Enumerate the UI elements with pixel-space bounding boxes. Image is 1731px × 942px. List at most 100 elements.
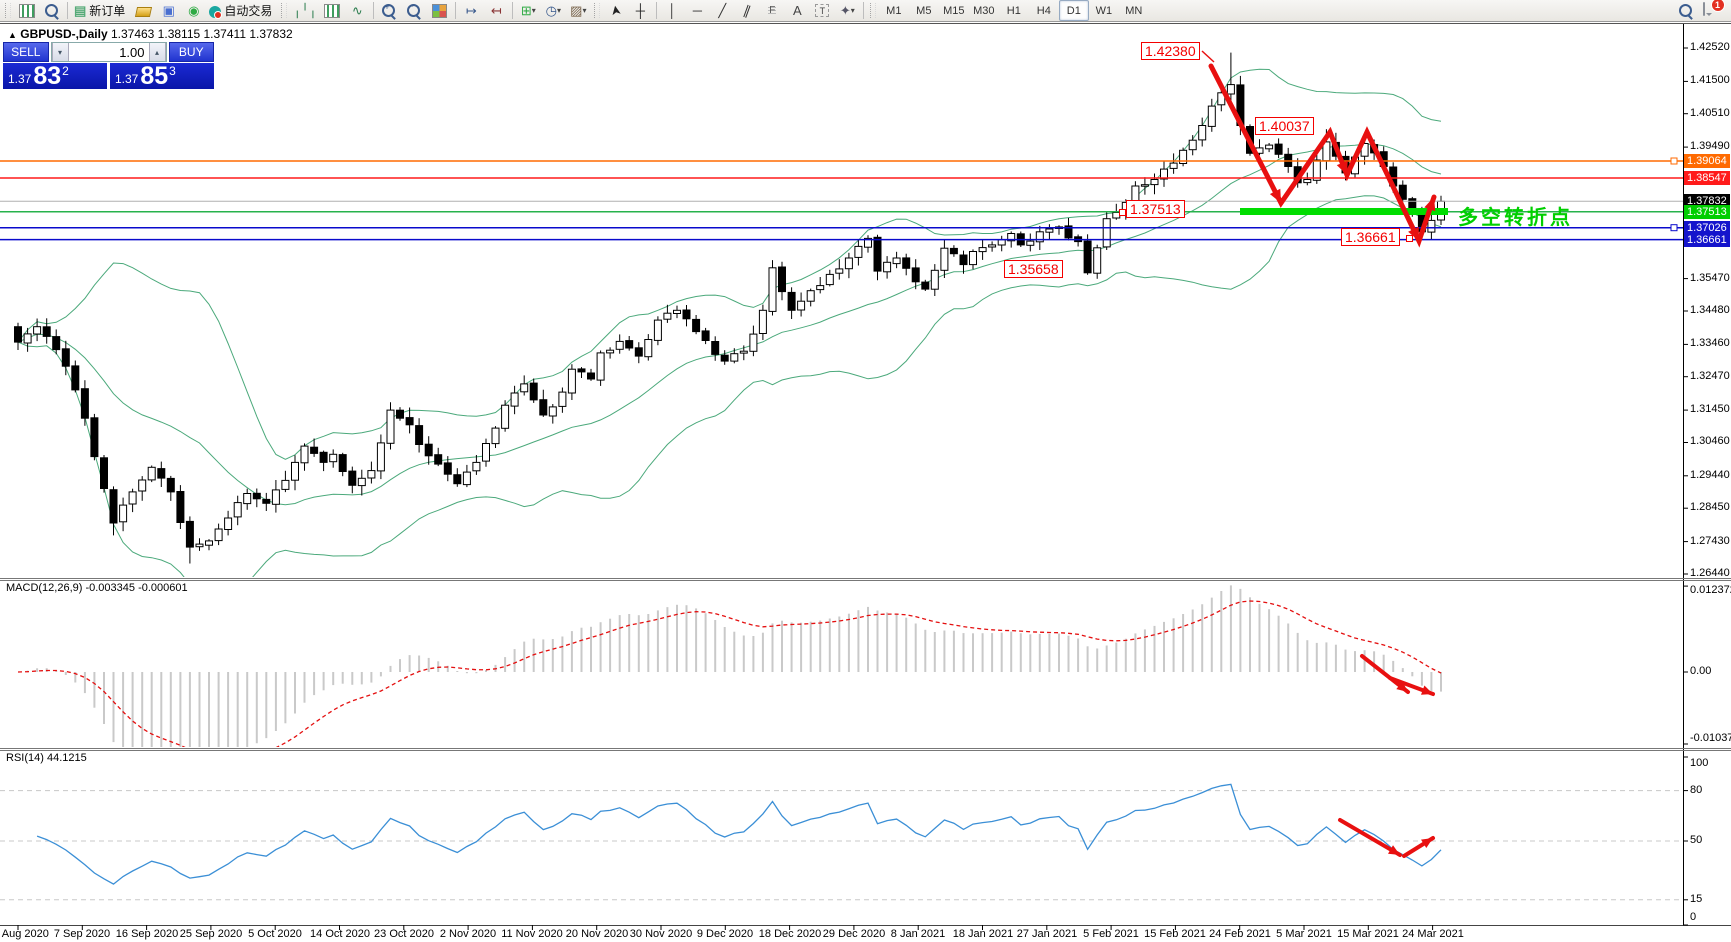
- vertical-line-button[interactable]: │: [660, 0, 685, 21]
- templates-button[interactable]: ▨▾: [566, 0, 591, 21]
- volume-decrease-button[interactable]: ▾: [52, 43, 69, 61]
- timeframe-button-m30[interactable]: M30: [969, 0, 999, 21]
- ask-price-box[interactable]: 1.37 85 3: [110, 63, 214, 89]
- zoom-in-button[interactable]: [377, 0, 402, 21]
- crosshair-icon: ┼: [636, 4, 645, 17]
- timeframe-button-mn[interactable]: MN: [1119, 0, 1149, 21]
- gold-symbol-button[interactable]: [131, 0, 156, 21]
- search-button[interactable]: [1673, 0, 1698, 21]
- toolbar-separator: [863, 2, 864, 19]
- notifications-button[interactable]: 1: [1698, 0, 1723, 21]
- annotation-handle[interactable]: [1119, 209, 1126, 216]
- shapes-icon: ✦: [840, 4, 851, 17]
- buy-button[interactable]: BUY: [169, 42, 215, 62]
- chart-shift-button[interactable]: ↦: [459, 0, 484, 21]
- toolbar-grip[interactable]: [594, 3, 600, 18]
- horizontal-line-button[interactable]: ─: [685, 0, 710, 21]
- date-axis-label: 24 Feb 2021: [1209, 928, 1271, 940]
- volume-input[interactable]: 1.00: [69, 43, 149, 61]
- bar-chart-icon: ╷╵╷: [293, 4, 316, 17]
- text-icon: A: [793, 4, 802, 17]
- toolbar-grip[interactable]: [870, 3, 876, 18]
- timeframe-button-h4[interactable]: H4: [1029, 0, 1059, 21]
- toolbar-separator: [455, 2, 456, 19]
- macd-axis-label: 0.012372: [1690, 584, 1731, 596]
- timeframe-button-h1[interactable]: H1: [999, 0, 1029, 21]
- chart-plot[interactable]: [0, 0, 1731, 942]
- annotation-handle[interactable]: [1406, 235, 1413, 242]
- price-tick-label: 1.31450: [1690, 403, 1730, 415]
- sell-button-label: SELL: [11, 45, 40, 59]
- chevron-down-icon: ▾: [532, 4, 536, 17]
- channel-button[interactable]: ∥: [735, 0, 760, 21]
- toolbar-separator: [512, 2, 513, 19]
- annotation-price-label-1.40037[interactable]: 1.40037: [1255, 117, 1314, 135]
- periods-button[interactable]: ◷▾: [541, 0, 566, 21]
- new-order-icon: ▤: [74, 4, 86, 17]
- date-axis-label: 28 Aug 2020: [0, 928, 49, 940]
- date-axis-label: 30 Nov 2020: [630, 928, 692, 940]
- candlestick-icon: [324, 4, 340, 18]
- turning-point-annotation[interactable]: 多空转折点: [1458, 201, 1573, 230]
- add-indicator-icon: ⊞: [521, 4, 532, 17]
- crosshair-button[interactable]: ┼: [628, 0, 653, 21]
- bid-price-box[interactable]: 1.37 83 2: [3, 63, 107, 89]
- timeframe-button-w1[interactable]: W1: [1089, 0, 1119, 21]
- sell-button[interactable]: SELL: [3, 42, 49, 62]
- autotrade-button[interactable]: 自动交易: [206, 0, 278, 21]
- zoom-in-icon: [382, 4, 395, 17]
- rsi-axis-label: 0: [1690, 911, 1696, 923]
- volume-increase-button[interactable]: ▴: [149, 43, 166, 61]
- timeframe-button-m5[interactable]: M5: [909, 0, 939, 21]
- toolbar-grip[interactable]: [281, 3, 287, 18]
- text-label-button[interactable]: T: [810, 0, 835, 21]
- toolbar-grip[interactable]: [5, 3, 11, 18]
- channel-icon: ∥: [742, 3, 753, 17]
- signal-button[interactable]: ◉: [181, 0, 206, 21]
- macd-axis-label: 0.00: [1690, 665, 1711, 677]
- auto-scroll-button[interactable]: ↤: [484, 0, 509, 21]
- bid-main-digits: 83: [33, 65, 61, 88]
- candlestick-button[interactable]: [320, 0, 345, 21]
- annotation-price-label-1.37513[interactable]: 1.37513: [1126, 200, 1185, 218]
- price-tick-label: 1.39490: [1690, 140, 1730, 152]
- line-chart-button[interactable]: ∿: [345, 0, 370, 21]
- new-chart-window-button[interactable]: [14, 0, 39, 21]
- bar-chart-button[interactable]: ╷╵╷: [290, 0, 319, 21]
- zoom-out-button[interactable]: [402, 0, 427, 21]
- date-axis-label: 25 Sep 2020: [180, 928, 242, 940]
- chart-title-line: ▲ GBPUSD-,Daily 1.37463 1.38115 1.37411 …: [8, 27, 293, 41]
- toolbar-separator: [656, 2, 657, 19]
- price-tag-1.39064: 1.39064: [1684, 154, 1730, 168]
- cursor-button[interactable]: ➤: [603, 0, 628, 21]
- profile-magnifier-icon: [45, 4, 58, 17]
- terminal-icon: ▣: [163, 4, 175, 17]
- timeframe-button-m1[interactable]: M1: [879, 0, 909, 21]
- zoom-out-icon: [407, 4, 420, 17]
- fibonacci-button[interactable]: F: [760, 0, 785, 21]
- price-tick-label: 1.41500: [1690, 74, 1730, 86]
- date-axis-label: 2 Nov 2020: [440, 928, 496, 940]
- autotrade-icon: [209, 6, 221, 18]
- one-click-trading-panel: SELL ▾ 1.00 ▴ BUY 1.37 83 2 1.37 85 3: [3, 42, 214, 89]
- terminal-button[interactable]: ▣: [156, 0, 181, 21]
- annotation-price-label-1.35658[interactable]: 1.35658: [1004, 260, 1063, 278]
- price-tick-label: 1.33460: [1690, 337, 1730, 349]
- annotation-price-label-1.42380[interactable]: 1.42380: [1141, 42, 1200, 60]
- indicators-button[interactable]: ⊞▾: [516, 0, 541, 21]
- toolbar-separator: [373, 2, 374, 19]
- profiles-button[interactable]: [39, 0, 64, 21]
- trendline-button[interactable]: ╱: [710, 0, 735, 21]
- timeframe-button-m15[interactable]: M15: [939, 0, 969, 21]
- tile-windows-button[interactable]: [427, 0, 452, 21]
- text-button[interactable]: A: [785, 0, 810, 21]
- new-order-button[interactable]: ▤ 新订单: [71, 0, 131, 21]
- shapes-button[interactable]: ✦▾: [835, 0, 860, 21]
- buy-button-label: BUY: [179, 45, 204, 59]
- signal-icon: ◉: [188, 4, 199, 17]
- toolbar-separator: [67, 2, 68, 19]
- rsi-axis-label: 50: [1690, 834, 1702, 846]
- chart-icon: [19, 4, 35, 18]
- annotation-price-label-1.36661[interactable]: 1.36661: [1341, 228, 1400, 246]
- timeframe-button-d1[interactable]: D1: [1059, 0, 1089, 21]
